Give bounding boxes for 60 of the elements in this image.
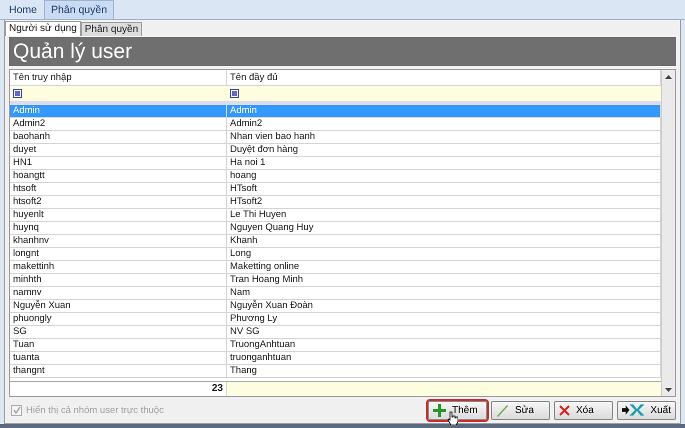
down-arrow-icon[interactable] — [665, 388, 672, 392]
table-row[interactable]: duyet Duyệt đơn hàng — [10, 144, 661, 157]
filter-icon[interactable] — [13, 89, 22, 98]
table-row[interactable]: htsoft2 HTsoft2 — [10, 196, 661, 209]
delete-button[interactable]: Xóa — [554, 400, 613, 420]
table-cell: duyet — [10, 144, 227, 156]
filter-icon[interactable] — [230, 89, 239, 98]
export-icon — [622, 404, 644, 416]
plus-icon — [433, 404, 446, 416]
tab[interactable]: Người sử dụng — [5, 21, 81, 36]
table-cell: baohanh — [10, 131, 227, 143]
table-cell: khanhnv — [10, 235, 227, 247]
table-cell: thangnt — [10, 365, 227, 377]
table-row[interactable]: huynq Nguyen Quang Huy — [10, 222, 661, 235]
table-row[interactable]: Tuan TruongAnhtuan — [10, 339, 661, 352]
table-row[interactable]: htsoft HTsoft — [10, 183, 661, 196]
table-row[interactable]: makettinh Maketting online — [10, 261, 661, 274]
table-row[interactable]: khanhnv Khanh — [10, 235, 661, 248]
table-cell: Nguyễn Xuan — [10, 300, 227, 312]
table-row[interactable]: SG NV SG — [10, 326, 661, 339]
table-row[interactable]: Admin2 Admin2 — [10, 118, 661, 131]
tab[interactable]: Phân quyền — [44, 0, 114, 19]
table-cell: namnv — [10, 287, 227, 299]
table-cell: hoangtt — [10, 170, 227, 182]
table-row[interactable]: thangnt Thang — [10, 365, 661, 378]
table-cell: minhth — [10, 274, 227, 286]
table-cell: longnt — [10, 248, 227, 260]
table-row[interactable]: baohanh Nhan vien bao hanh — [10, 131, 661, 144]
checkbox-label: Hiển thị cả nhóm user trực thuộc — [26, 404, 164, 416]
table-row[interactable]: minhth Tran Hoang Minh — [10, 274, 661, 287]
table-cell: huynq — [10, 222, 227, 234]
tab[interactable]: Home — [2, 0, 44, 19]
cross-icon — [559, 404, 570, 416]
table-row[interactable]: HN1 Ha noi 1 — [10, 157, 661, 170]
table-row[interactable]: hoangtt hoang — [10, 170, 661, 183]
table-cell: Tuan — [10, 339, 227, 351]
table-cell: htsoft2 — [10, 196, 227, 208]
table-row[interactable]: Nguyễn Xuan Nguyễn Xuan Đoàn — [10, 300, 661, 313]
pencil-icon — [496, 404, 509, 416]
scrollbar[interactable] — [661, 70, 675, 396]
table-cell: Admin — [10, 105, 227, 117]
table-cell: Admin2 — [10, 118, 227, 130]
up-arrow-icon[interactable] — [665, 74, 672, 78]
table-cell: phuongly — [10, 313, 227, 325]
table-row[interactable]: huyenlt Le Thi Huyen — [10, 209, 661, 222]
table-cell: makettinh — [10, 261, 227, 273]
edit-button[interactable]: Sửa — [491, 400, 550, 420]
page-title: Quản lý user — [9, 37, 676, 66]
column-header[interactable]: Tên truy nhập — [10, 70, 227, 85]
table-row[interactable]: tuanta truonganhtuan — [10, 352, 661, 365]
export-button[interactable]: Xuất — [617, 400, 676, 420]
table-row[interactable]: longnt Long — [10, 248, 661, 261]
table-cell: HN1 — [10, 157, 227, 169]
table-cell: SG — [10, 326, 227, 338]
table-row[interactable]: namnv Nam — [10, 287, 661, 300]
table-row[interactable]: phuongly Phương Ly — [10, 313, 661, 326]
table-cell: tuanta — [10, 352, 227, 364]
table-cell: htsoft — [10, 183, 227, 195]
tab[interactable]: Phân quyền — [80, 22, 142, 36]
table-cell: huyenlt — [10, 209, 227, 221]
